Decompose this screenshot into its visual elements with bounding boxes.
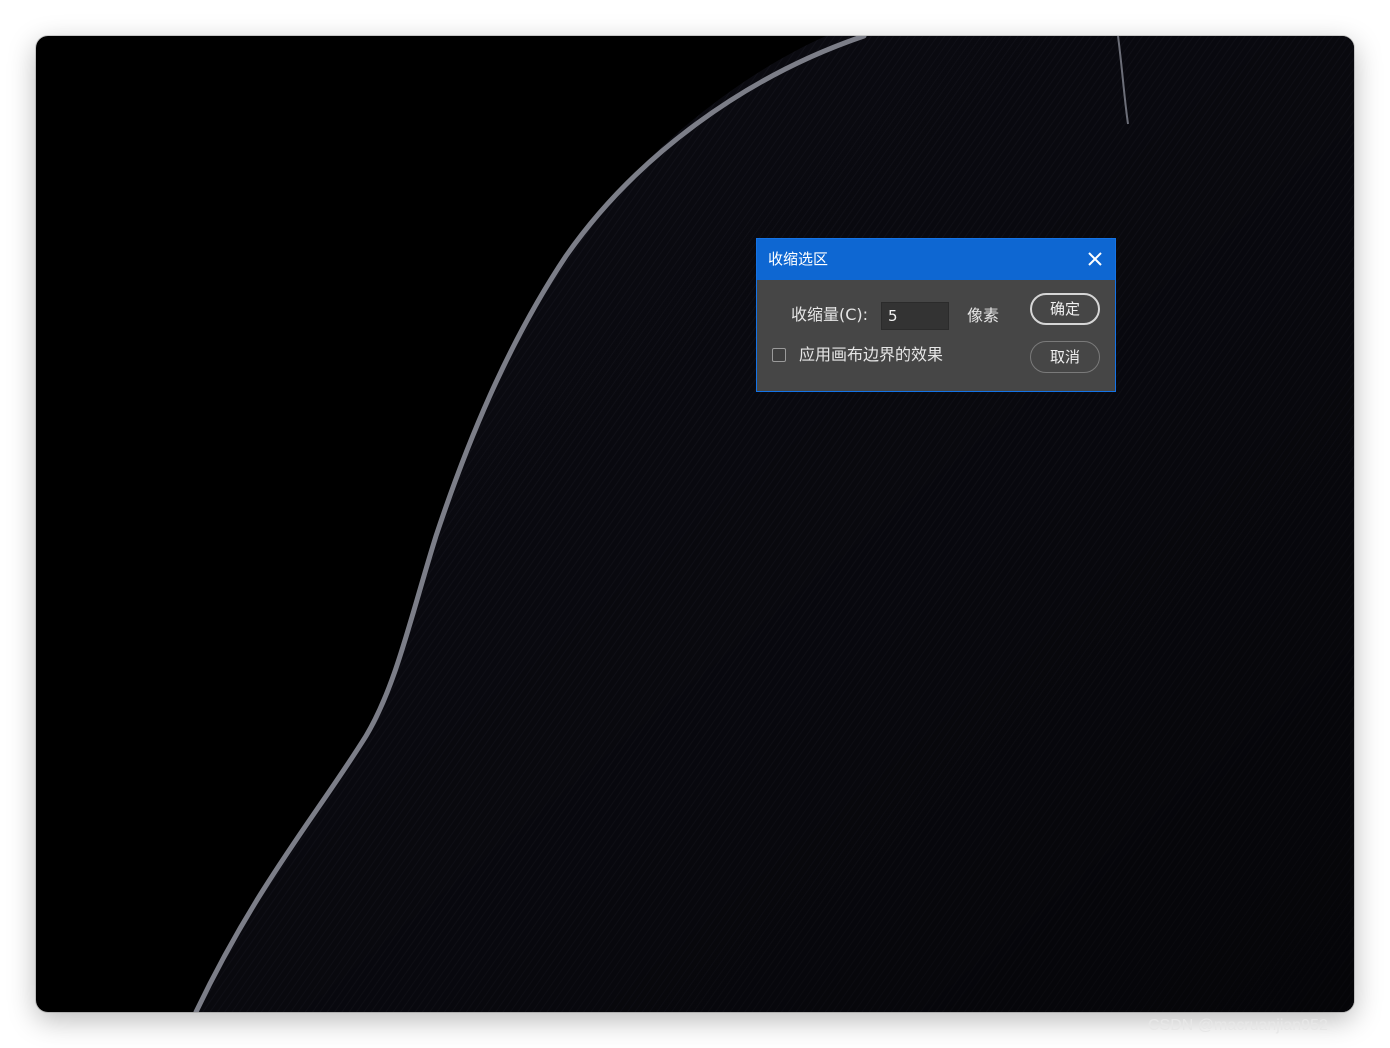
canvas-bounds-label[interactable]: 应用画布边界的效果 (799, 345, 943, 365)
ok-button[interactable]: 确定 (1030, 293, 1100, 325)
dialog-title: 收缩选区 (768, 250, 829, 268)
watermark: CSDN @macruanjian952 (1148, 1017, 1328, 1034)
canvas-bounds-checkbox[interactable] (772, 348, 786, 362)
dialog-body: 收缩量(C): 像素 应用画布边界的效果 确定 取消 (757, 280, 1115, 391)
contract-amount-input[interactable] (881, 302, 949, 330)
cancel-button[interactable]: 取消 (1030, 341, 1100, 373)
dialog-titlebar[interactable]: 收缩选区 (757, 239, 1115, 280)
close-button[interactable] (1083, 247, 1107, 271)
contract-amount-label: 收缩量(C): (791, 305, 869, 324)
canvas-image (193, 36, 1354, 1012)
photoshop-canvas-window: 收缩选区 收缩量(C): 像素 应用画布边界的效果 确定 取消 (36, 36, 1354, 1012)
close-icon (1088, 252, 1102, 266)
pixel-unit-label: 像素 (967, 306, 1000, 325)
contract-selection-dialog: 收缩选区 收缩量(C): 像素 应用画布边界的效果 确定 取消 (756, 238, 1116, 392)
